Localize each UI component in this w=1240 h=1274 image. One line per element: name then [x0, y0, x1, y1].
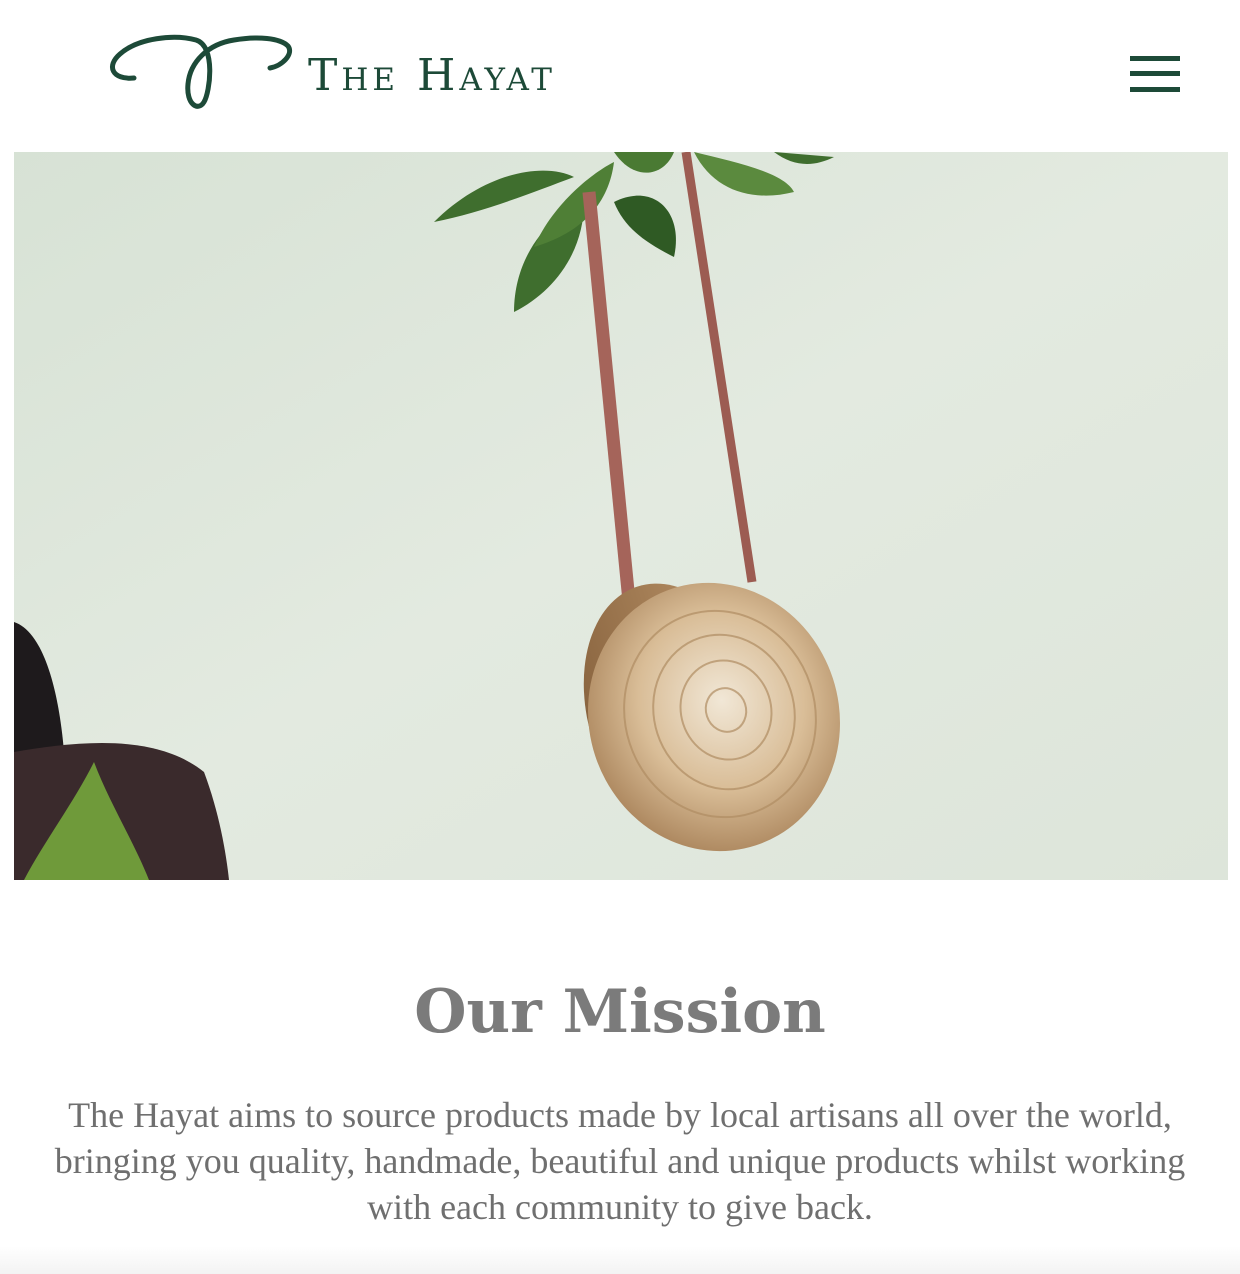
menu-bar-bottom [1130, 87, 1180, 92]
bottom-edge-shadow [0, 1246, 1240, 1274]
site-header: The Hayat [0, 0, 1240, 152]
hamburger-menu-icon[interactable] [1126, 52, 1184, 98]
hero-image [14, 152, 1228, 880]
mission-section: Our Mission The Hayat aims to source pro… [0, 880, 1240, 1274]
brand-name: The Hayat [308, 50, 556, 101]
mission-body: The Hayat aims to source products made b… [54, 1095, 1186, 1227]
logo-link[interactable]: The Hayat [104, 28, 664, 114]
swirl-logo-icon [110, 34, 292, 109]
mission-title: Our Mission [414, 977, 826, 1047]
menu-bar-middle [1130, 71, 1180, 76]
rattan-bag-hanging-photo [14, 152, 1228, 880]
menu-bar-top [1130, 56, 1180, 61]
